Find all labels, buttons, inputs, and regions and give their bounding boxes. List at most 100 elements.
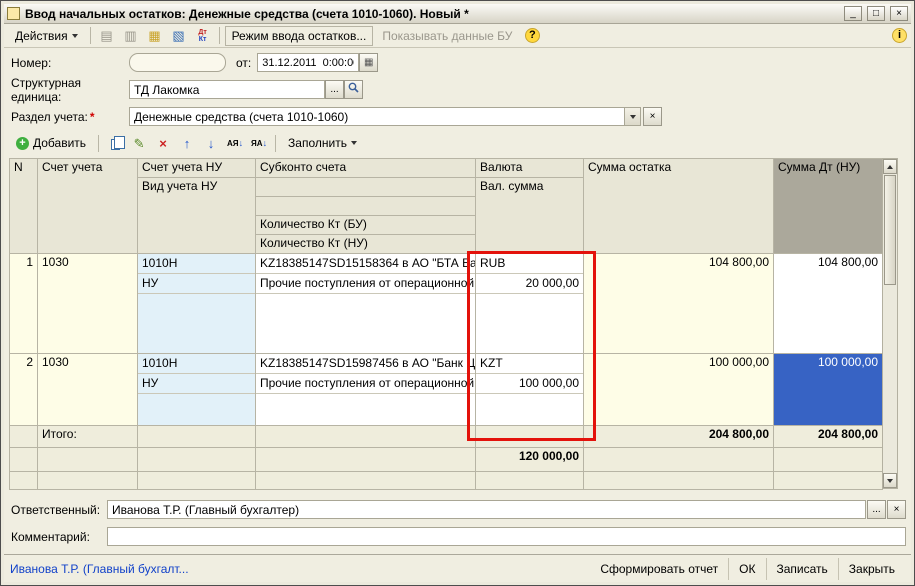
number-input[interactable] xyxy=(129,53,226,72)
account-nu-value: 1010Н xyxy=(138,354,255,374)
empty-cell xyxy=(10,472,38,490)
main-toolbar: Действия ▤ ▥ ▦ ▧ ДтКт Режим ввода остатк… xyxy=(4,24,911,48)
cell-account-nu[interactable]: 1010Н НУ xyxy=(138,354,256,426)
ok-button[interactable]: ОК xyxy=(728,558,765,580)
unit-row: Структурная единица: ... xyxy=(11,80,363,99)
delete-row-button[interactable]: × xyxy=(152,133,174,153)
dt-kt-button[interactable]: ДтКт xyxy=(192,26,214,46)
sort-asc-icon: АЯ xyxy=(227,139,239,148)
toolbar-separator xyxy=(275,135,276,152)
account-nu-value: 1010Н xyxy=(138,254,255,274)
sort-desc-button[interactable]: ЯА↓ xyxy=(248,133,270,153)
toolbar-separator xyxy=(219,27,220,44)
help-button[interactable]: ? xyxy=(521,26,543,46)
copy-row-button[interactable] xyxy=(104,133,126,153)
entry-mode-button[interactable]: Режим ввода остатков... xyxy=(225,26,374,46)
currency-amount: 100 000,00 xyxy=(476,374,583,394)
status-user-link[interactable]: Иванова Т.Р. (Главный бухгалт... xyxy=(10,562,189,576)
responsible-label: Ответственный: xyxy=(11,503,106,517)
totals-balance: 204 800,00 xyxy=(584,426,774,448)
load-button[interactable]: ▦ xyxy=(144,26,166,46)
move-up-button[interactable]: ↑ xyxy=(176,133,198,153)
subheader-qty-bu: Количество Кт (БУ) xyxy=(256,216,476,235)
copy-document-button[interactable]: ▥ xyxy=(120,26,142,46)
post-button[interactable]: ▧ xyxy=(168,26,190,46)
col-header-currency[interactable]: Валюта xyxy=(476,159,584,178)
cell-balance[interactable]: 100 000,00 xyxy=(584,354,774,426)
cell-currency[interactable]: KZT 100 000,00 xyxy=(476,354,584,426)
cell-account[interactable]: 1030 xyxy=(38,354,138,426)
section-clear-button[interactable]: × xyxy=(643,107,662,126)
sort-asc-button[interactable]: АЯ↓ xyxy=(224,133,246,153)
unit-select-button[interactable]: ... xyxy=(325,80,344,99)
col-header-balance[interactable]: Сумма остатка xyxy=(584,159,774,254)
cell-n[interactable]: 2 xyxy=(10,354,38,426)
cell-account-nu[interactable]: 1010Н НУ xyxy=(138,254,256,354)
edit-row-button[interactable]: ✎ xyxy=(128,133,150,153)
info-icon[interactable]: i xyxy=(892,28,907,43)
close-button[interactable]: × xyxy=(890,6,908,21)
cell-subconto[interactable]: KZ18385147SD15987456 в АО "Банк Ц... Про… xyxy=(256,354,476,426)
responsible-input[interactable] xyxy=(107,500,866,519)
cell-subconto[interactable]: KZ18385147SD15158364 в АО "БТА Ба... Про… xyxy=(256,254,476,354)
cell-balance[interactable]: 104 800,00 xyxy=(584,254,774,354)
actions-menu-button[interactable]: Действия xyxy=(8,26,85,46)
unit-input[interactable] xyxy=(129,80,325,99)
add-row-button[interactable]: + Добавить xyxy=(9,133,93,153)
caret-down-icon xyxy=(630,115,636,119)
cell-account[interactable]: 1030 xyxy=(38,254,138,354)
empty-cell xyxy=(584,448,774,472)
minimize-button[interactable]: _ xyxy=(844,6,862,21)
pencil-icon: ✎ xyxy=(134,137,145,150)
col-header-account-nu[interactable]: Счет учета НУ xyxy=(138,159,256,178)
subheader-kind-nu: Вид учета НУ xyxy=(138,178,256,254)
section-label: Раздел учета: xyxy=(11,110,129,124)
maximize-button[interactable]: □ xyxy=(867,6,885,21)
copy-icon xyxy=(111,139,120,150)
col-header-dt-nu[interactable]: Сумма Дт (НУ) xyxy=(774,159,883,254)
section-dropdown-button[interactable] xyxy=(624,108,640,125)
scrollbar-thumb[interactable] xyxy=(884,175,896,285)
col-header-account[interactable]: Счет учета xyxy=(38,159,138,254)
subconto1-value: KZ18385147SD15158364 в АО "БТА Ба... xyxy=(256,254,475,274)
date-input[interactable] xyxy=(257,53,359,72)
empty-cell xyxy=(256,426,476,448)
empty-cell xyxy=(38,448,138,472)
section-combo[interactable]: Денежные средства (счета 1010-1060) xyxy=(129,107,641,126)
subheader-qty-nu: Количество Кт (НУ) xyxy=(256,235,476,254)
responsible-select-button[interactable]: ... xyxy=(867,500,886,519)
date-label: от: xyxy=(236,56,251,70)
cell-dt-nu[interactable]: 104 800,00 xyxy=(774,254,883,354)
responsible-clear-button[interactable]: × xyxy=(887,500,906,519)
table-row[interactable]: 1 1030 1010Н НУ KZ18385147SD15158364 в А… xyxy=(10,254,883,354)
unit-label: Структурная единица: xyxy=(11,76,129,104)
currency-amount: 20 000,00 xyxy=(476,274,583,294)
reread-icon: ▤ xyxy=(100,29,112,42)
reread-button[interactable]: ▤ xyxy=(96,26,118,46)
unit-search-button[interactable] xyxy=(344,80,363,99)
vertical-scrollbar[interactable] xyxy=(882,158,898,489)
calendar-button[interactable]: ▦ xyxy=(359,53,378,72)
comment-input[interactable] xyxy=(107,527,906,546)
empty-cell xyxy=(138,426,256,448)
empty-cell xyxy=(774,472,883,490)
fill-menu-button[interactable]: Заполнить xyxy=(281,133,364,153)
generate-report-button[interactable]: Сформировать отчет xyxy=(590,558,728,580)
cell-dt-nu-selected[interactable]: 100 000,00 xyxy=(774,354,883,426)
empty-cell xyxy=(256,448,476,472)
col-header-n[interactable]: N xyxy=(10,159,38,254)
col-header-subconto[interactable]: Субконто счета xyxy=(256,159,476,178)
scroll-up-button[interactable] xyxy=(883,159,897,174)
move-down-button[interactable]: ↓ xyxy=(200,133,222,153)
table-row[interactable]: 2 1030 1010Н НУ KZ18385147SD15987456 в А… xyxy=(10,354,883,426)
write-button[interactable]: Записать xyxy=(766,558,838,580)
scroll-down-button[interactable] xyxy=(883,473,897,488)
kind-nu-value: НУ xyxy=(138,374,255,394)
subheader-empty xyxy=(256,197,476,216)
cell-n[interactable]: 1 xyxy=(10,254,38,354)
empty-cell xyxy=(476,472,584,490)
toolbar-separator xyxy=(98,135,99,152)
cell-currency[interactable]: RUB 20 000,00 xyxy=(476,254,584,354)
copy-document-icon: ▥ xyxy=(124,29,136,42)
close-form-button[interactable]: Закрыть xyxy=(838,558,905,580)
